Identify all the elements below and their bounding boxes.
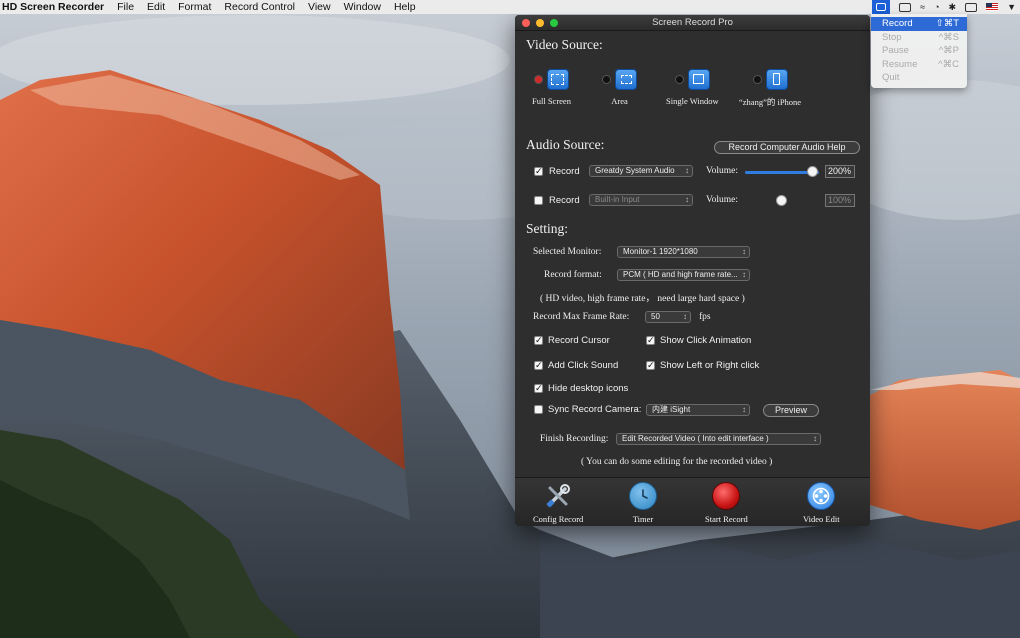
- status-area: ≈ ◔ ✱ ▼: [872, 0, 1016, 14]
- builtin-input-volume-value[interactable]: 100%: [825, 194, 855, 207]
- record-icon: [712, 482, 741, 510]
- time-machine-icon[interactable]: ◔: [934, 2, 939, 12]
- iphone-icon[interactable]: [765, 68, 788, 90]
- status-menu-quit[interactable]: Quit: [871, 71, 967, 85]
- finish-recording-select[interactable]: Edit Recorded Video ( Into edit interfac…: [616, 433, 821, 445]
- start-record-button[interactable]: Start Record: [705, 482, 748, 524]
- finish-recording-label: Finish Recording:: [540, 434, 609, 444]
- show-left-right-click-checkbox[interactable]: ✓: [646, 361, 655, 370]
- frame-rate-label: Record Max Frame Rate:: [533, 312, 630, 322]
- hide-desktop-icons-label: Hide desktop icons: [548, 383, 629, 394]
- app-menu[interactable]: HD Screen Recorder: [2, 1, 104, 13]
- camera-select[interactable]: 内建 iSight: [646, 404, 750, 416]
- battery-icon[interactable]: [965, 2, 978, 12]
- single-window-radio[interactable]: [674, 74, 684, 84]
- config-record-button[interactable]: Config Record: [533, 482, 583, 524]
- video-edit-label: Video Edit: [803, 514, 840, 524]
- show-click-animation-checkbox[interactable]: ✓: [646, 336, 655, 345]
- screen-record-pro-window: Screen Record Pro Video Source: Full Scr…: [515, 15, 870, 526]
- film-reel-icon: [807, 482, 836, 510]
- sync-record-camera-checkbox[interactable]: [534, 405, 543, 414]
- show-click-animation-label: Show Click Animation: [660, 335, 752, 346]
- iphone-label: “zhang”的 iPhone: [739, 97, 802, 107]
- area-radio[interactable]: [602, 74, 611, 84]
- frame-rate-unit: fps: [699, 312, 711, 322]
- system-audio-volume-label: Volume:: [706, 166, 739, 176]
- builtin-input-volume-knob[interactable]: [776, 195, 787, 206]
- status-menu-resume[interactable]: Resume ^⌘C: [871, 58, 967, 72]
- clock-icon: [629, 482, 657, 510]
- timer-label: Timer: [632, 514, 654, 524]
- selected-monitor-select[interactable]: Monitor-1 1920*1080: [617, 246, 750, 258]
- menu-file[interactable]: File: [117, 1, 134, 13]
- hide-desktop-icons-checkbox[interactable]: ✓: [534, 384, 543, 393]
- status-menu-dropdown: Record ⇧⌘T Stop ^⌘S Pause ^⌘P Resume ^⌘C…: [871, 14, 967, 88]
- selected-monitor-label: Selected Monitor:: [533, 247, 602, 257]
- input-source-flag-icon[interactable]: [986, 3, 999, 11]
- video-source-single-window[interactable]: Single Window: [666, 68, 719, 106]
- add-click-sound-label: Add Click Sound: [548, 360, 619, 371]
- menu-window[interactable]: Window: [344, 1, 381, 13]
- builtin-input-volume-label: Volume:: [706, 195, 739, 205]
- iphone-radio[interactable]: [752, 74, 762, 84]
- start-record-label: Start Record: [705, 514, 748, 524]
- add-click-sound-checkbox[interactable]: ✓: [534, 361, 543, 370]
- record-builtin-input-checkbox[interactable]: [534, 196, 543, 205]
- audio-source-heading: Audio Source:: [526, 137, 605, 152]
- video-source-area[interactable]: Area: [602, 68, 637, 106]
- video-source-iphone[interactable]: “zhang”的 iPhone: [739, 68, 801, 108]
- single-window-label: Single Window: [666, 96, 719, 106]
- record-format-select[interactable]: PCM ( HD and high frame rate...: [617, 269, 750, 281]
- sync-record-camera-label: Sync Record Camera:: [548, 404, 642, 415]
- full-screen-label: Full Screen: [532, 96, 571, 106]
- bluetooth-icon[interactable]: ✱: [949, 2, 957, 13]
- menu-help[interactable]: Help: [394, 1, 416, 13]
- video-edit-button[interactable]: Video Edit: [803, 482, 840, 524]
- frame-rate-select[interactable]: 50: [645, 311, 691, 323]
- record-builtin-input-label: Record: [549, 195, 580, 206]
- status-menu-pause[interactable]: Pause ^⌘P: [871, 44, 967, 58]
- builtin-input-device-select[interactable]: Built-in Input: [589, 194, 693, 206]
- status-menu-stop[interactable]: Stop ^⌘S: [871, 31, 967, 45]
- window-title: Screen Record Pro: [652, 17, 733, 28]
- system-audio-device-select[interactable]: Greatdy System Audio: [589, 165, 693, 177]
- config-record-label: Config Record: [533, 514, 584, 524]
- timer-button[interactable]: Timer: [629, 482, 657, 524]
- menu-bar: HD Screen Recorder File Edit Format Reco…: [0, 0, 1020, 14]
- menu-format[interactable]: Format: [178, 1, 211, 13]
- show-left-right-click-label: Show Left or Right click: [660, 360, 760, 371]
- status-menu-record[interactable]: Record ⇧⌘T: [871, 17, 967, 31]
- single-window-icon[interactable]: [687, 68, 710, 90]
- area-icon[interactable]: [615, 68, 637, 90]
- record-computer-audio-help-button[interactable]: Record Computer Audio Help: [714, 141, 860, 154]
- record-system-audio-label: Record: [549, 166, 580, 177]
- more-icon[interactable]: ▼: [1007, 2, 1016, 12]
- full-screen-icon[interactable]: [546, 68, 569, 90]
- menu-record-control[interactable]: Record Control: [224, 1, 295, 13]
- record-system-audio-checkbox[interactable]: ✓: [534, 167, 543, 176]
- display-icon[interactable]: [899, 2, 912, 12]
- record-format-label: Record format:: [544, 270, 602, 280]
- record-cursor-checkbox[interactable]: ✓: [534, 336, 543, 345]
- menu-view[interactable]: View: [308, 1, 331, 13]
- full-screen-radio[interactable]: [533, 74, 543, 84]
- video-source-full-screen[interactable]: Full Screen: [532, 68, 571, 106]
- area-label: Area: [611, 96, 628, 106]
- menu-edit[interactable]: Edit: [147, 1, 165, 13]
- preview-button[interactable]: Preview: [763, 404, 819, 417]
- tools-icon: [544, 482, 572, 510]
- wifi-icon[interactable]: ≈: [920, 2, 925, 12]
- finish-recording-note: ( You can do some editing for the record…: [581, 457, 773, 467]
- record-cursor-label: Record Cursor: [548, 335, 610, 346]
- video-source-heading: Video Source:: [526, 37, 603, 52]
- window-titlebar: Screen Record Pro: [515, 15, 870, 31]
- system-audio-volume-value[interactable]: 200%: [825, 165, 855, 178]
- system-audio-volume-knob[interactable]: [807, 166, 818, 177]
- record-format-note: ( HD video, high frame rate， need large …: [540, 294, 745, 304]
- setting-heading: Setting:: [526, 221, 569, 236]
- screen-recorder-status-icon[interactable]: [872, 0, 891, 14]
- bottom-toolbar: Config Record Timer Start Record Video E…: [515, 477, 870, 526]
